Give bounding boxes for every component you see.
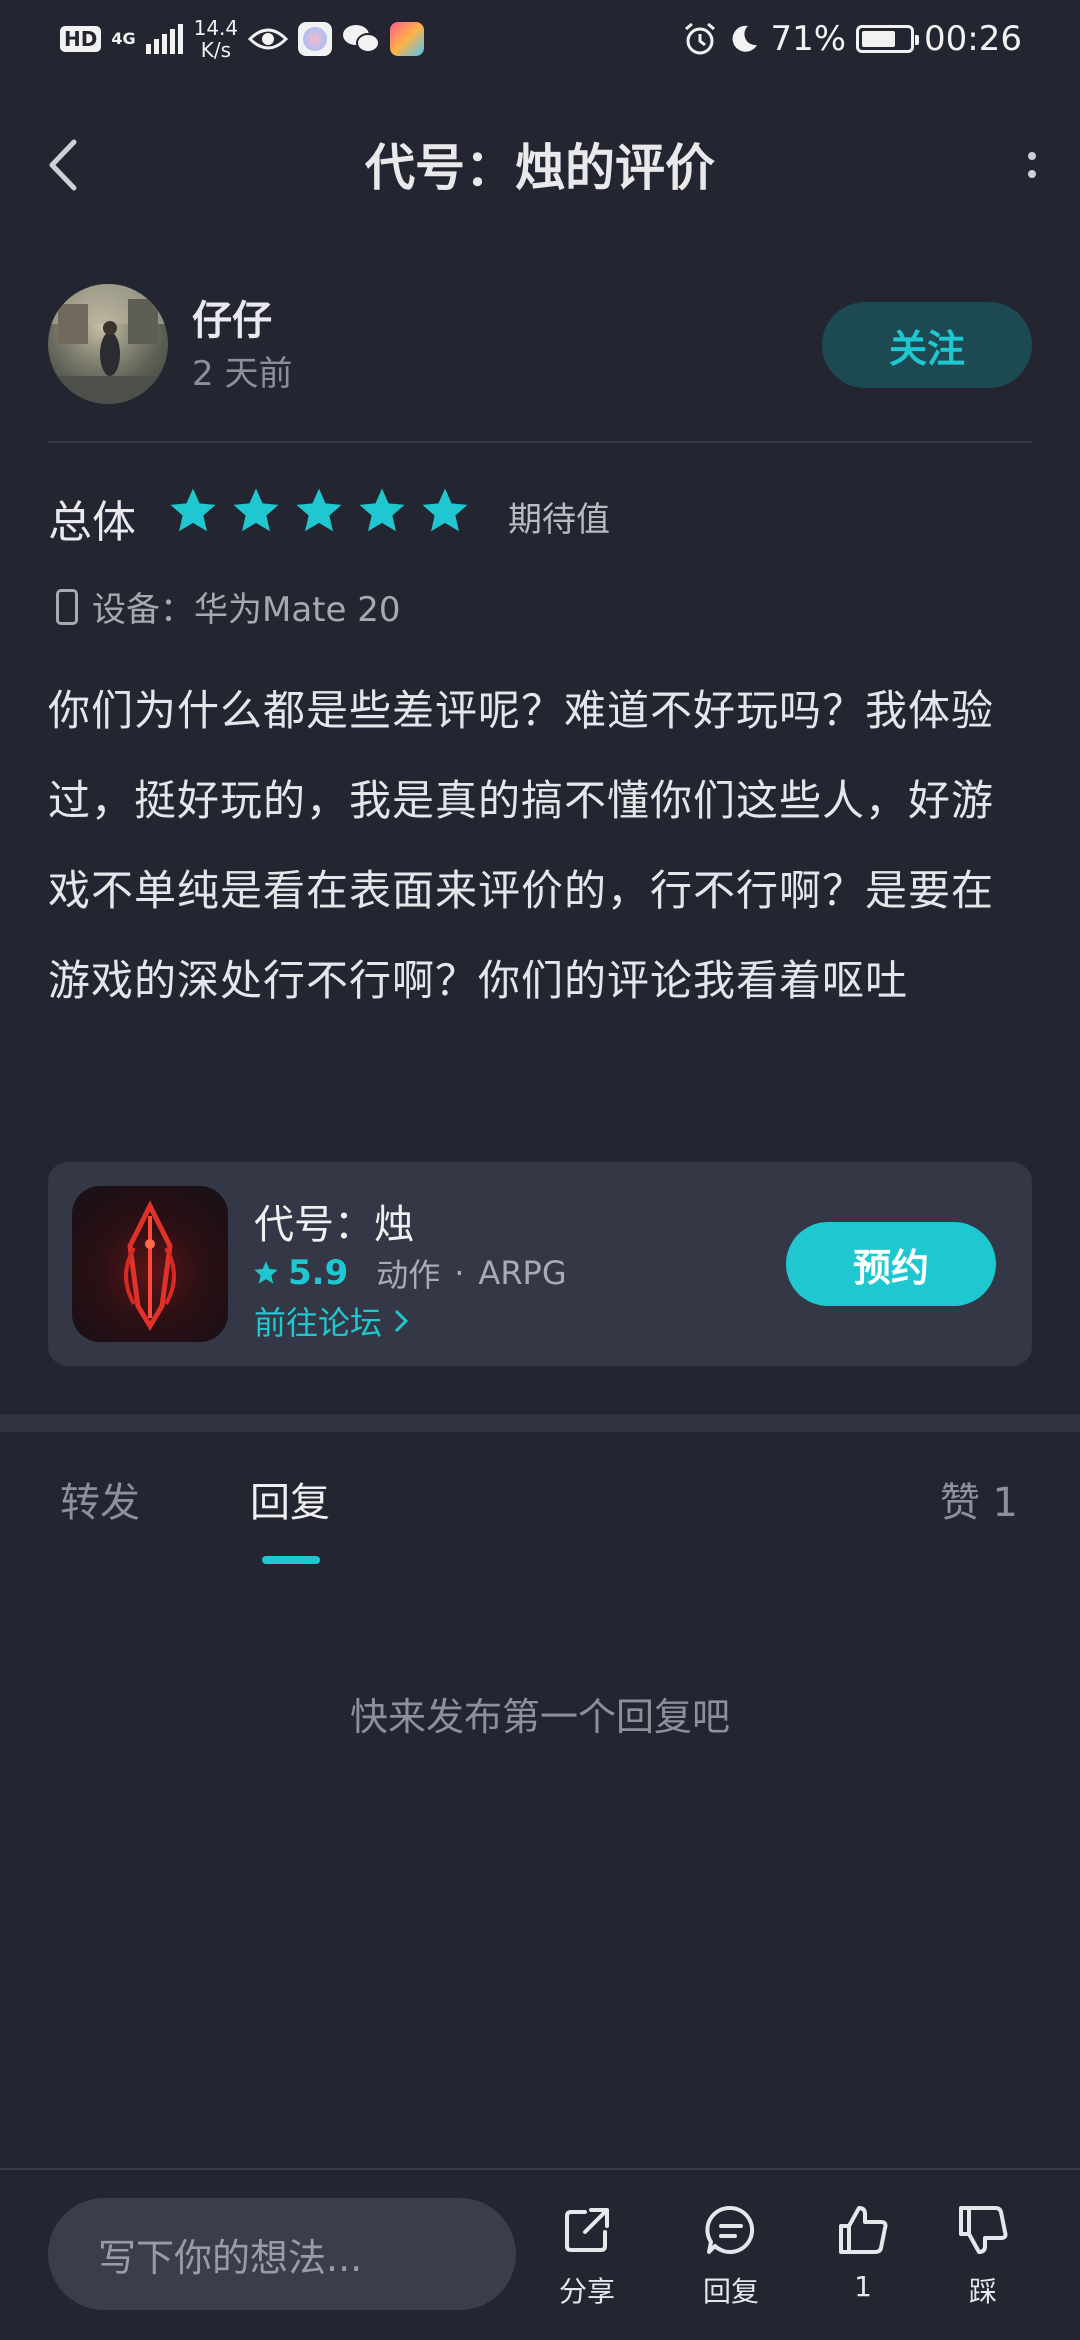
tab-reply[interactable]: 回复 — [250, 1470, 330, 1528]
share-icon — [565, 2208, 609, 2252]
forum-link[interactable]: 前往论坛 — [254, 1298, 410, 1344]
like-button[interactable]: 1 — [808, 2200, 918, 2303]
app-notification-icon-2 — [390, 22, 425, 56]
dislike-label: 踩 — [968, 2275, 997, 2308]
tab-forward[interactable]: 转发 — [60, 1470, 140, 1528]
divider — [48, 441, 1032, 443]
like-count: 1 — [854, 2270, 872, 2303]
game-meta: 5.9 动作 · ARPG — [252, 1250, 567, 1296]
dislike-button[interactable]: 踩 — [928, 2200, 1038, 2310]
star-icon — [170, 488, 216, 532]
network-speed: 14.4 K/s — [193, 16, 239, 62]
app-notification-icon — [298, 22, 333, 56]
thumbs-up-icon — [839, 2206, 888, 2254]
share-button[interactable]: 分享 — [532, 2200, 642, 2310]
chevron-right-icon — [394, 1309, 409, 1333]
reply-button[interactable]: 回复 — [676, 2200, 786, 2310]
game-name[interactable]: 代号：烛 — [254, 1192, 414, 1250]
game-score: 5.9 — [288, 1253, 349, 1293]
rating-stars — [166, 484, 472, 538]
comment-icon — [705, 2205, 755, 2254]
expectation-label: 期待值 — [508, 500, 610, 540]
device-info: 设备：华为Mate 20 — [56, 582, 401, 631]
meta-separator: · — [454, 1254, 465, 1292]
share-label: 分享 — [558, 2275, 615, 2308]
moon-icon — [733, 25, 758, 52]
device-label: 设备：华为Mate 20 — [92, 590, 401, 630]
empty-state-text: 快来发布第一个回复吧 — [349, 1695, 730, 1739]
battery-percent: 71% — [770, 19, 847, 59]
star-icon — [422, 488, 468, 532]
network-type: 4G — [111, 29, 136, 48]
star-icon — [233, 488, 279, 532]
review-text: 你们为什么都是些差评呢？难道不好玩吗？我体验过，挺好玩的，我是真的搞不懂你们这些… — [48, 686, 995, 1005]
page-title: 代号：烛的评价 — [365, 139, 715, 197]
status-bar: HD 4G 14.4 K/s 71% 00:26 — [0, 0, 1080, 80]
eye-icon — [248, 28, 289, 50]
thumbs-down-icon — [959, 2206, 1008, 2254]
alarm-icon — [685, 22, 716, 55]
star-icon — [296, 488, 342, 532]
game-icon[interactable] — [72, 1186, 228, 1342]
follow-button[interactable]: 关注 — [822, 302, 1032, 388]
phone-icon — [56, 588, 78, 625]
clock: 00:26 — [924, 19, 1022, 59]
game-genre: 动作 — [376, 1256, 441, 1294]
overall-label: 总体 — [48, 497, 136, 548]
tab-indicator — [262, 1556, 320, 1564]
tab-likes[interactable]: 赞 1 — [940, 1470, 1018, 1528]
avatar[interactable] — [48, 284, 168, 404]
comment-input[interactable]: 写下你的想法... — [48, 2198, 516, 2310]
hd-badge: HD — [60, 26, 102, 52]
post-time: 2 天前 — [192, 354, 293, 394]
reply-label: 回复 — [702, 2275, 759, 2308]
forum-link-label: 前往论坛 — [254, 1304, 383, 1342]
game-tag: ARPG — [478, 1254, 567, 1292]
section-separator — [0, 1414, 1080, 1432]
username[interactable]: 仔仔 — [192, 288, 272, 346]
reserve-button[interactable]: 预约 — [786, 1222, 996, 1306]
game-card[interactable]: 代号：烛 5.9 动作 · ARPG 前往论坛 预约 — [48, 1162, 1032, 1366]
wechat-icon — [343, 25, 381, 53]
battery-icon — [856, 25, 920, 53]
score-star-icon — [254, 1261, 278, 1284]
more-options-icon[interactable] — [1012, 135, 1052, 195]
signal-icon — [145, 24, 183, 54]
star-icon — [359, 488, 405, 532]
bottom-divider — [0, 2168, 1080, 2170]
